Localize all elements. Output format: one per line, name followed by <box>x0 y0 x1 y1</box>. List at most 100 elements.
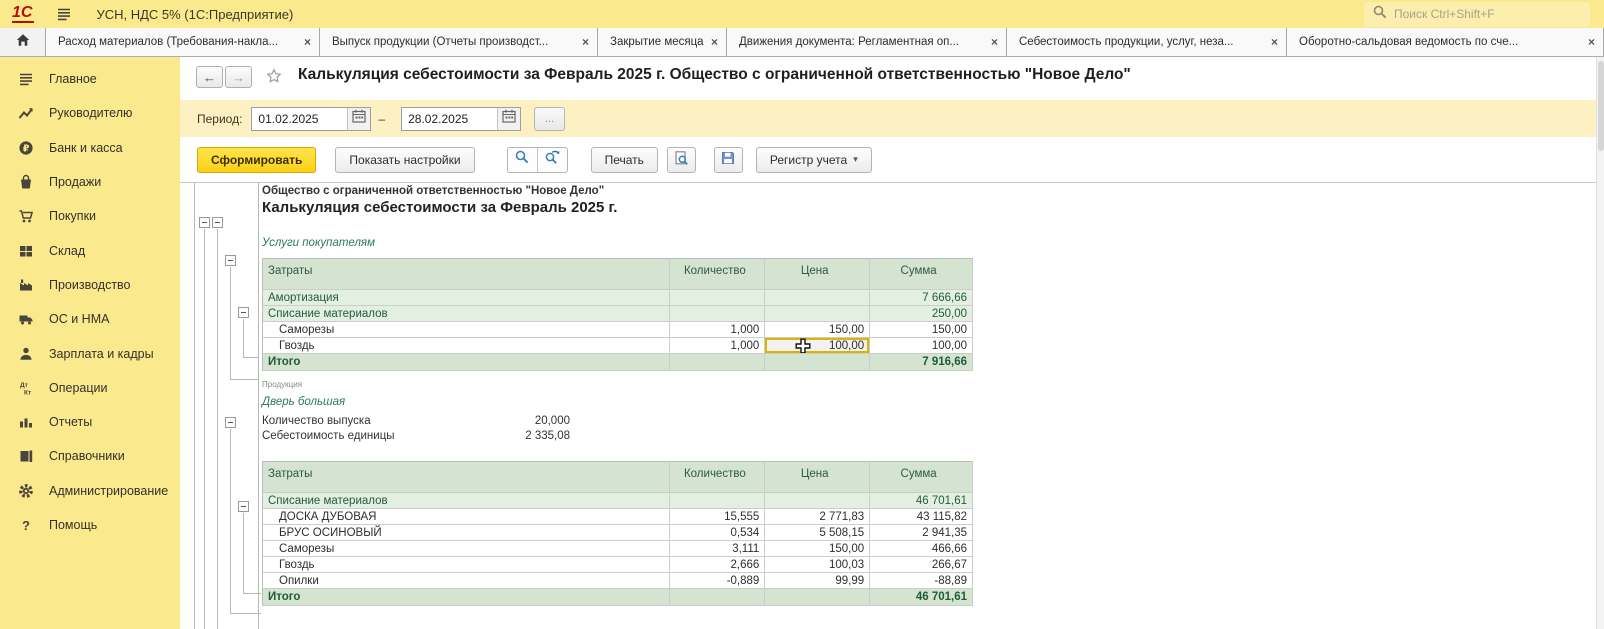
find-button[interactable] <box>508 148 537 172</box>
cell-qty[interactable] <box>670 306 765 322</box>
home-tab[interactable] <box>0 28 46 56</box>
sidebar-item-prodazhi[interactable]: Продажи <box>0 165 180 199</box>
period-from-value[interactable]: 01.02.2025 <box>252 112 347 126</box>
forward-button[interactable]: → <box>225 66 252 88</box>
sidebar-item-otchety[interactable]: Отчеты <box>0 405 180 439</box>
tab-4[interactable]: Движения документа: Регламентная оп...× <box>727 28 1007 56</box>
cell-price[interactable] <box>765 306 870 322</box>
cell-name[interactable]: Саморезы <box>263 541 670 557</box>
vertical-scrollbar[interactable] <box>1596 57 1604 629</box>
global-search[interactable]: Поиск Ctrl+Shift+F <box>1364 2 1590 27</box>
cell-price[interactable] <box>765 354 870 371</box>
stat-value[interactable]: 2 335,08 <box>525 430 570 445</box>
cell-sum[interactable]: 2 941,35 <box>870 525 973 541</box>
cell-qty[interactable]: 1,000 <box>670 338 765 354</box>
show-settings-button[interactable]: Показать настройки <box>335 147 474 173</box>
tab-close-icon[interactable]: × <box>1271 35 1278 49</box>
cell-qty[interactable] <box>670 589 765 606</box>
column-header[interactable]: Затраты <box>263 259 670 290</box>
generate-button[interactable]: Сформировать <box>197 147 316 173</box>
sidebar-item-glavnoe[interactable]: Главное <box>0 62 180 96</box>
cell-price[interactable]: 5 508,15 <box>765 525 870 541</box>
cell-qty[interactable] <box>670 493 765 509</box>
cell-sum[interactable]: -88,89 <box>870 573 973 589</box>
cell-price[interactable]: 150,00 <box>765 541 870 557</box>
cell-qty[interactable]: 0,534 <box>670 525 765 541</box>
collapse-button[interactable] <box>238 501 249 512</box>
cell-sum[interactable]: 266,67 <box>870 557 973 573</box>
scrollbar-thumb[interactable] <box>1598 61 1604 151</box>
cell-name[interactable]: Гвоздь <box>263 557 670 573</box>
cell-price[interactable]: 2 771,83 <box>765 509 870 525</box>
sidebar-item-spravochniki[interactable]: Справочники <box>0 439 180 473</box>
cell-qty[interactable]: -0,889 <box>670 573 765 589</box>
tab-close-icon[interactable]: × <box>304 35 311 49</box>
sidebar-item-administrirovanie[interactable]: Администрирование <box>0 474 180 508</box>
cell-price[interactable]: 99,99 <box>765 573 870 589</box>
cell-price[interactable]: 100,00 <box>765 338 870 354</box>
period-from-input[interactable]: 01.02.2025 <box>251 107 371 131</box>
column-header[interactable]: Сумма <box>870 462 973 493</box>
cell-name[interactable]: Итого <box>263 354 670 371</box>
refresh-find-button[interactable] <box>537 148 567 172</box>
cell-price[interactable]: 100,03 <box>765 557 870 573</box>
cell-name[interactable]: БРУС ОСИНОВЫЙ <box>263 525 670 541</box>
sidebar-item-rukovoditelyu[interactable]: Руководителю <box>0 96 180 130</box>
tab-6[interactable]: Оборотно-сальдовая ведомость по сче...× <box>1287 28 1604 56</box>
cell-qty[interactable]: 3,111 <box>670 541 765 557</box>
group-label-services[interactable]: Услуги покупателям <box>262 237 375 249</box>
sidebar-item-os-i-nma[interactable]: ОС и НМА <box>0 302 180 336</box>
cell-qty[interactable]: 1,000 <box>670 322 765 338</box>
cell-qty[interactable]: 15,555 <box>670 509 765 525</box>
print-preview-button[interactable] <box>667 147 696 173</box>
cell-name[interactable]: Саморезы <box>263 322 670 338</box>
back-button[interactable]: ← <box>196 66 223 88</box>
cell-name[interactable]: Опилки <box>263 573 670 589</box>
cell-sum[interactable]: 43 115,82 <box>870 509 973 525</box>
sidebar-item-zarplata-i-kadry[interactable]: Зарплата и кадры <box>0 336 180 370</box>
collapse-button[interactable] <box>225 255 236 266</box>
column-header[interactable]: Сумма <box>870 259 973 290</box>
print-button[interactable]: Печать <box>591 147 658 173</box>
cell-qty[interactable] <box>670 354 765 371</box>
cell-name[interactable]: Итого <box>263 589 670 606</box>
cell-name[interactable]: Амортизация <box>263 290 670 306</box>
period-to-value[interactable]: 28.02.2025 <box>402 112 497 126</box>
cell-name[interactable]: Гвоздь <box>263 338 670 354</box>
tab-close-icon[interactable]: × <box>711 35 718 49</box>
collapse-button[interactable] <box>212 217 223 228</box>
tab-3[interactable]: Закрытие месяца× <box>598 28 727 56</box>
calendar-button[interactable] <box>347 108 370 130</box>
cell-price[interactable] <box>765 493 870 509</box>
column-header[interactable]: Количество <box>670 259 765 290</box>
collapse-button[interactable] <box>238 307 249 318</box>
column-header[interactable]: Цена <box>765 259 870 290</box>
collapse-button[interactable] <box>199 217 210 228</box>
stat-value[interactable]: 20,000 <box>535 415 570 430</box>
cell-price[interactable] <box>765 589 870 606</box>
cell-sum[interactable]: 7 666,66 <box>870 290 973 306</box>
collapse-button[interactable] <box>225 417 236 428</box>
cell-name[interactable]: Списание материалов <box>263 493 670 509</box>
cell-qty[interactable]: 2,666 <box>670 557 765 573</box>
favorite-star-icon[interactable] <box>266 68 286 88</box>
tab-close-icon[interactable]: × <box>1588 35 1595 49</box>
period-to-input[interactable]: 28.02.2025 <box>401 107 521 131</box>
sidebar-item-sklad[interactable]: Склад <box>0 233 180 267</box>
cell-sum[interactable]: 7 916,66 <box>870 354 973 371</box>
cell-sum[interactable]: 150,00 <box>870 322 973 338</box>
cell-qty[interactable] <box>670 290 765 306</box>
register-dropdown-button[interactable]: Регистр учета ▾ <box>756 147 872 173</box>
sidebar-item-bank-i-kassa[interactable]: ₽Банк и касса <box>0 131 180 165</box>
cell-sum[interactable]: 250,00 <box>870 306 973 322</box>
cell-price[interactable] <box>765 290 870 306</box>
sidebar-item-proizvodstvo[interactable]: Производство <box>0 268 180 302</box>
cell-sum[interactable]: 46 701,61 <box>870 493 973 509</box>
group-label-product[interactable]: Дверь большая <box>262 396 345 408</box>
column-header[interactable]: Количество <box>670 462 765 493</box>
period-more-button[interactable]: ... <box>534 107 565 131</box>
column-header[interactable]: Затраты <box>263 462 670 493</box>
calendar-button[interactable] <box>497 108 520 130</box>
cell-sum[interactable]: 46 701,61 <box>870 589 973 606</box>
tab-1[interactable]: Расход материалов (Требования-накла...× <box>46 28 320 56</box>
